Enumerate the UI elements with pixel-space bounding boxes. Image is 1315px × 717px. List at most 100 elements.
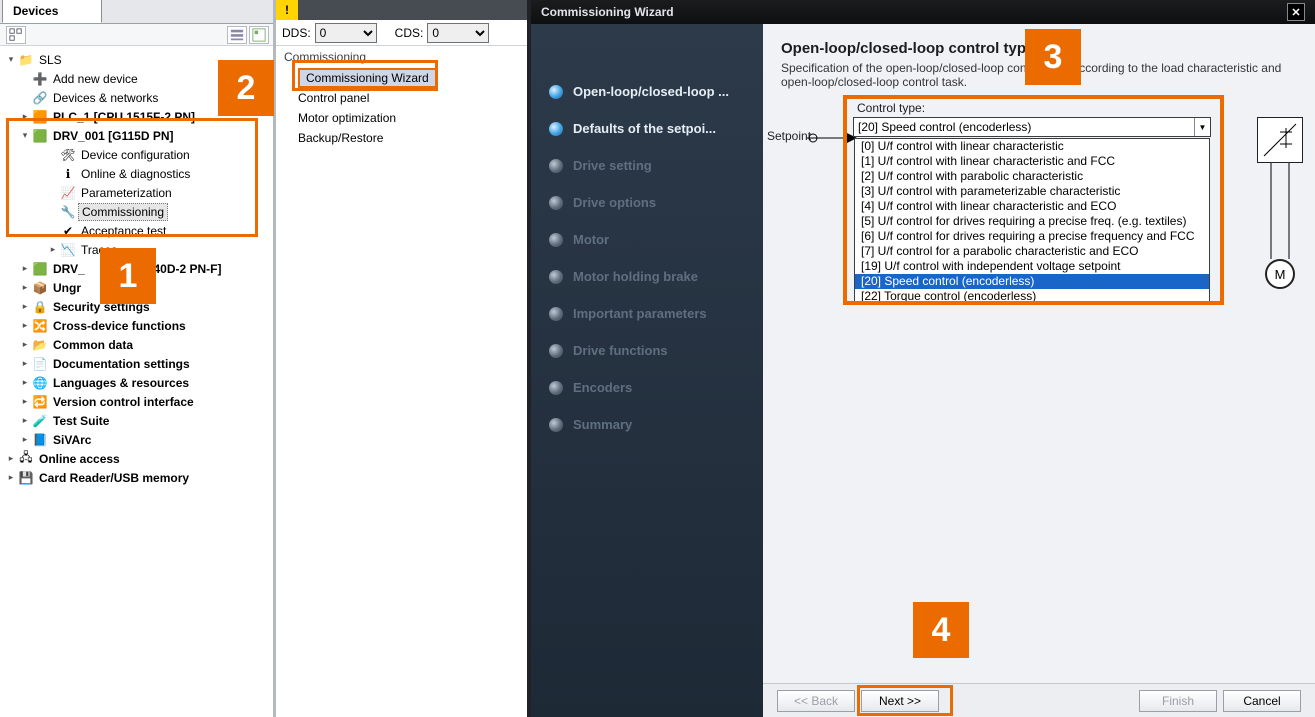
step-dot-icon xyxy=(549,85,563,99)
tree-commissioning[interactable]: Commissioning xyxy=(78,203,168,221)
caret-icon[interactable]: ▸ xyxy=(20,111,30,122)
step-dot-icon xyxy=(549,122,563,136)
caret-icon[interactable]: ▸ xyxy=(6,472,16,483)
tree-lang[interactable]: Languages & resources xyxy=(50,375,192,391)
caret-icon[interactable]: ▾ xyxy=(20,130,30,141)
tree-drv001[interactable]: DRV_001 [G115D PN] xyxy=(50,128,177,144)
caret-icon[interactable]: ▸ xyxy=(6,453,16,464)
online-icon: 🖧 xyxy=(18,451,34,467)
caret-icon[interactable]: ▸ xyxy=(20,415,30,426)
project-tree[interactable]: ▾📁SLS ➕Add new device 🔗Devices & network… xyxy=(0,46,273,717)
tab-devices[interactable]: Devices xyxy=(2,0,102,23)
caret-icon[interactable]: ▸ xyxy=(20,301,30,312)
dropdown-option[interactable]: [22] Torque control (encoderless) xyxy=(855,289,1209,304)
cmn-item-backup[interactable]: Backup/Restore xyxy=(276,128,527,148)
wizard-step[interactable]: Encoders xyxy=(549,380,753,395)
wizard-step[interactable]: Important parameters xyxy=(549,306,753,321)
tree-accept[interactable]: Acceptance test xyxy=(78,223,169,239)
step-dot-icon xyxy=(549,270,563,284)
step-dot-icon xyxy=(549,233,563,247)
caret-icon[interactable]: ▾ xyxy=(6,54,16,65)
diag-icon: ℹ xyxy=(60,166,76,182)
dropdown-option[interactable]: [7] U/f control for a parabolic characte… xyxy=(855,244,1209,259)
wizard-step[interactable]: Drive functions xyxy=(549,343,753,358)
tree-cross[interactable]: Cross-device functions xyxy=(50,318,189,334)
wizard-step[interactable]: Drive setting xyxy=(549,158,753,173)
cmn-item-wizard[interactable]: Commissioning Wizard xyxy=(276,68,527,88)
folder-icon: 📁 xyxy=(18,52,34,68)
wizard-step[interactable]: Motor holding brake xyxy=(549,269,753,284)
tree-common[interactable]: Common data xyxy=(50,337,136,353)
tree-add-device[interactable]: Add new device xyxy=(50,71,141,87)
caret-icon[interactable]: ▸ xyxy=(20,320,30,331)
cmn-item-controlpanel[interactable]: Control panel xyxy=(276,88,527,108)
tree-doc[interactable]: Documentation settings xyxy=(50,356,193,372)
drive-icon: 🟩 xyxy=(32,128,48,144)
wizard-step[interactable]: Motor xyxy=(549,232,753,247)
callout-badge-3: 3 xyxy=(1025,29,1081,85)
caret-icon[interactable]: ▸ xyxy=(20,377,30,388)
wizard-step-list: Open-loop/closed-loop ... Defaults of th… xyxy=(531,24,763,717)
tree-ungr[interactable]: Ungr xyxy=(50,280,84,296)
caret-icon[interactable]: ▸ xyxy=(20,434,30,445)
tree-test[interactable]: Test Suite xyxy=(50,413,112,429)
wizard-step[interactable]: Summary xyxy=(549,417,753,432)
dropdown-option[interactable]: [2] U/f control with parabolic character… xyxy=(855,169,1209,184)
lang-icon: 🌐 xyxy=(32,375,48,391)
dropdown-option[interactable]: [1] U/f control with linear characterist… xyxy=(855,154,1209,169)
step-dot-icon xyxy=(549,159,563,173)
arrow-icon xyxy=(807,131,857,145)
vcs-icon: 🔁 xyxy=(32,394,48,410)
dropdown-option[interactable]: [6] U/f control for drives requiring a p… xyxy=(855,229,1209,244)
cds-select[interactable]: 0 xyxy=(427,23,489,43)
layout-icon-1[interactable] xyxy=(227,26,247,44)
doc-icon: 📄 xyxy=(32,356,48,372)
control-type-label: Control type: xyxy=(857,101,1315,115)
layout-icon-2[interactable] xyxy=(249,26,269,44)
close-icon[interactable]: ✕ xyxy=(1287,3,1305,21)
tree-sivarc[interactable]: SiVArc xyxy=(50,432,94,448)
card-icon: 💾 xyxy=(18,470,34,486)
setpoint-label: Setpoint xyxy=(767,129,811,143)
dropdown-option[interactable]: [4] U/f control with linear characterist… xyxy=(855,199,1209,214)
cancel-button[interactable]: Cancel xyxy=(1223,690,1301,712)
inverter-symbol-icon xyxy=(1257,117,1303,163)
tree-online[interactable]: Online access xyxy=(36,451,123,467)
tree-dev-net[interactable]: Devices & networks xyxy=(50,90,161,106)
add-icon: ➕ xyxy=(32,71,48,87)
test-icon: 🧪 xyxy=(32,413,48,429)
dropdown-option[interactable]: [0] U/f control with linear characterist… xyxy=(855,139,1209,154)
tree-tool-icon[interactable] xyxy=(6,26,26,44)
dropdown-option[interactable]: [5] U/f control for drives requiring a p… xyxy=(855,214,1209,229)
finish-button: Finish xyxy=(1139,690,1217,712)
tree-params[interactable]: Parameterization xyxy=(78,185,175,201)
step-dot-icon xyxy=(549,307,563,321)
caret-icon[interactable]: ▸ xyxy=(20,396,30,407)
dropdown-option[interactable]: [20] Speed control (encoderless) xyxy=(855,274,1209,289)
caret-icon[interactable]: ▸ xyxy=(20,358,30,369)
dropdown-option[interactable]: [3] U/f control with parameterizable cha… xyxy=(855,184,1209,199)
chevron-down-icon[interactable]: ▼ xyxy=(1194,118,1210,136)
tree-root[interactable]: SLS xyxy=(36,52,65,68)
wizard-step[interactable]: Defaults of the setpoi... xyxy=(549,121,753,136)
caret-icon[interactable]: ▸ xyxy=(48,244,58,255)
tree-diag[interactable]: Online & diagnostics xyxy=(78,166,193,182)
tree-plc[interactable]: PLC_1 [CPU 1515F-2 PN] xyxy=(50,109,198,125)
step-dot-icon xyxy=(549,381,563,395)
callout-badge-1: 1 xyxy=(100,248,156,304)
tree-devcfg[interactable]: Device configuration xyxy=(78,147,193,163)
tree-vcs[interactable]: Version control interface xyxy=(50,394,197,410)
callout-badge-4: 4 xyxy=(913,602,969,658)
wizard-step[interactable]: Open-loop/closed-loop ... xyxy=(549,84,753,99)
wizard-step[interactable]: Drive options xyxy=(549,195,753,210)
caret-icon[interactable]: ▸ xyxy=(20,339,30,350)
control-type-select[interactable]: [20] Speed control (encoderless) ▼ [0] U… xyxy=(853,117,1211,137)
cmn-item-motoropt[interactable]: Motor optimization xyxy=(276,108,527,128)
next-button[interactable]: Next >> xyxy=(861,690,939,712)
dds-select[interactable]: 0 xyxy=(315,23,377,43)
caret-icon[interactable]: ▸ xyxy=(20,282,30,293)
control-type-dropdown[interactable]: [0] U/f control with linear characterist… xyxy=(854,138,1210,305)
caret-icon[interactable]: ▸ xyxy=(20,263,30,274)
dropdown-option[interactable]: [19] U/f control with independent voltag… xyxy=(855,259,1209,274)
tree-card[interactable]: Card Reader/USB memory xyxy=(36,470,192,486)
